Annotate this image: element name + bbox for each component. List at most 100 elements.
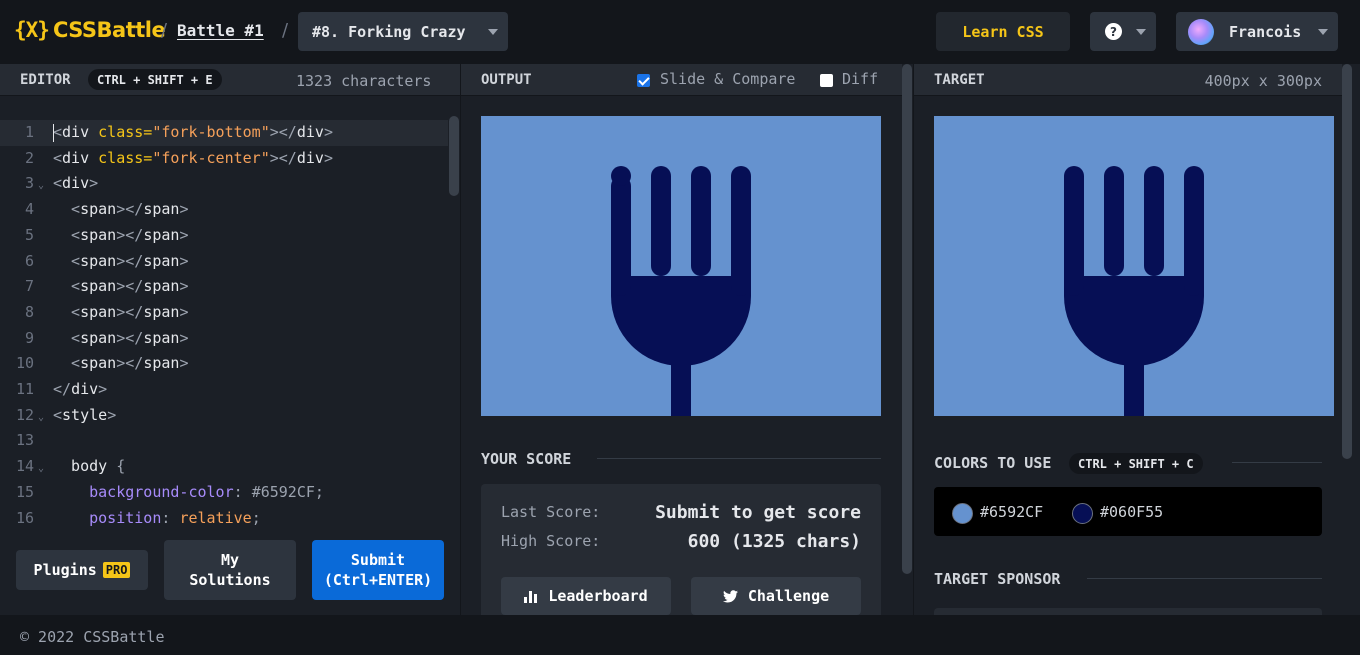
output-scrollbar[interactable] — [902, 64, 912, 574]
color-swatch[interactable] — [1072, 503, 1093, 524]
page-scrollbar[interactable] — [1342, 64, 1352, 459]
submit-button[interactable]: Submit (Ctrl+ENTER) — [312, 540, 444, 600]
code-text: body { — [53, 454, 125, 480]
code-token: < — [53, 328, 81, 347]
pro-badge: PRO — [102, 562, 131, 578]
code-line[interactable]: 5 <span></span> — [0, 223, 448, 249]
code-token: body — [53, 457, 117, 476]
code-token: span — [80, 328, 117, 347]
diff-label[interactable]: Diff — [842, 70, 878, 88]
code-text: <div> — [53, 171, 98, 197]
line-number: 1 — [24, 123, 34, 141]
fold-chevron-icon[interactable]: ⌄ — [38, 173, 44, 199]
code-token: span — [143, 225, 180, 244]
code-token: style — [62, 405, 108, 424]
code-text: <span></span> — [53, 326, 188, 352]
slide-compare-label[interactable]: Slide & Compare — [660, 70, 795, 88]
code-line[interactable]: 2 <div class="fork-center"></div> — [0, 146, 448, 172]
code-token: < — [53, 405, 63, 424]
code-token: ></ — [116, 354, 144, 373]
last-score-label: Last Score: — [501, 503, 601, 521]
code-line[interactable]: 4 <span></span> — [0, 197, 448, 223]
code-token: class= — [98, 123, 153, 141]
challenge-select-label: #8. Forking Crazy — [312, 22, 466, 41]
code-line[interactable]: 12 ⌄ <style> — [0, 403, 448, 429]
challenge-select[interactable]: #8. Forking Crazy — [298, 12, 508, 51]
user-menu-button[interactable]: Francois — [1176, 12, 1338, 51]
breadcrumb-separator: / — [161, 20, 168, 41]
slide-compare-checkbox[interactable] — [637, 74, 650, 87]
output-preview[interactable] — [481, 116, 881, 416]
code-token: span — [143, 251, 180, 270]
fold-chevron-icon[interactable]: ⌄ — [38, 456, 44, 482]
code-line[interactable]: 8 <span></span> — [0, 300, 448, 326]
sponsor-card — [934, 608, 1322, 615]
diff-checkbox[interactable] — [820, 74, 833, 87]
panel-divider — [460, 64, 461, 615]
learn-css-button[interactable]: Learn CSS — [936, 12, 1070, 51]
code-token: ></ — [269, 148, 297, 167]
code-line[interactable]: 7 <span></span> — [0, 274, 448, 300]
line-number: 13 — [15, 431, 34, 450]
code-token: ></ — [116, 328, 144, 347]
chevron-down-icon — [1318, 29, 1328, 35]
code-line[interactable]: 11 </div> — [0, 377, 448, 403]
code-line[interactable]: 9 <span></span> — [0, 326, 448, 352]
code-text: <span></span> — [53, 223, 188, 249]
code-line[interactable]: 16 position: relative; — [0, 506, 448, 529]
code-text: <span></span> — [53, 300, 188, 326]
chevron-down-icon — [1136, 29, 1146, 35]
challenge-button[interactable]: Challenge — [691, 577, 861, 615]
logo-text: CSSBattle — [52, 18, 166, 42]
user-name: Francois — [1229, 23, 1302, 41]
color-hex[interactable]: #060F55 — [1100, 503, 1163, 521]
code-token: < — [53, 277, 81, 296]
code-text: </div> — [53, 377, 107, 403]
code-text: <div class="fork-center"></div> — [53, 146, 333, 172]
code-token: < — [53, 251, 81, 270]
section-rule — [597, 458, 881, 459]
color-swatch[interactable] — [952, 503, 973, 524]
code-token: > — [179, 251, 189, 270]
last-score-value: Submit to get score — [655, 502, 861, 523]
editor-shortcut-badge: CTRL + SHIFT + E — [88, 69, 222, 90]
color-hex[interactable]: #6592CF — [980, 503, 1043, 521]
fork-illustration — [481, 116, 881, 416]
editor-scrollbar[interactable] — [449, 116, 459, 196]
code-token: span — [143, 354, 180, 373]
line-number: 7 — [24, 277, 34, 296]
code-token: span — [80, 200, 117, 219]
code-token: #6592CF — [251, 482, 315, 501]
code-line[interactable]: 6 <span></span> — [0, 249, 448, 275]
fold-chevron-icon[interactable]: ⌄ — [38, 405, 44, 431]
code-line[interactable]: 14 ⌄ body { — [0, 454, 448, 480]
line-number: 12 — [15, 405, 34, 424]
code-token: > — [323, 148, 333, 167]
line-number: 4 — [24, 200, 34, 219]
code-text: <span></span> — [53, 197, 188, 223]
my-solutions-label: Solutions — [189, 571, 271, 589]
section-rule — [1232, 462, 1322, 463]
code-line[interactable]: 3 ⌄ <div> — [0, 171, 448, 197]
code-token: div — [62, 123, 99, 141]
color-palette: #6592CF #060F55 — [934, 487, 1322, 536]
code-token: ; — [251, 508, 261, 527]
colors-shortcut-badge: CTRL + SHIFT + C — [1069, 453, 1203, 474]
code-token: : — [161, 508, 180, 527]
code-token: < — [53, 123, 63, 141]
battle-link[interactable]: Battle #1 — [177, 21, 264, 40]
code-line[interactable]: 10 <span></span> — [0, 351, 448, 377]
code-line[interactable]: 15 background-color: #6592CF; — [0, 480, 448, 506]
cssbattle-logo[interactable]: {X} CSSBattle — [14, 18, 166, 42]
plugins-button[interactable]: Plugins PRO — [16, 550, 148, 590]
code-token: div — [296, 123, 324, 141]
help-menu-button[interactable]: ? — [1090, 12, 1156, 51]
code-text: <span></span> — [53, 249, 188, 275]
my-solutions-button[interactable]: My Solutions — [164, 540, 296, 600]
code-line[interactable]: 13 — [0, 428, 448, 454]
code-token: div — [62, 148, 99, 167]
line-number: 8 — [24, 302, 34, 321]
code-editor[interactable]: 1 <div class="fork-bottom"></div> 2 <div cl… — [0, 96, 460, 528]
leaderboard-button[interactable]: Leaderboard — [501, 577, 671, 615]
code-line[interactable]: 1 <div class="fork-bottom"></div> — [0, 120, 448, 146]
